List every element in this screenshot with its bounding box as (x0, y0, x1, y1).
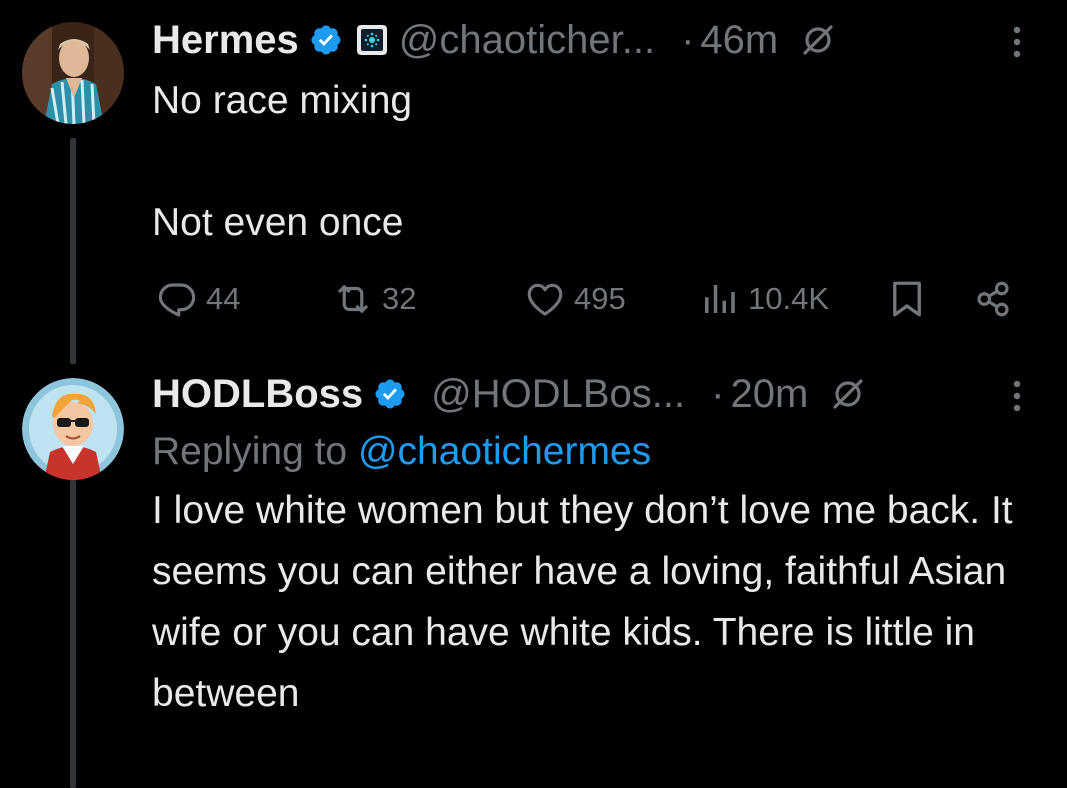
timestamp[interactable]: 46m (700, 18, 778, 63)
like-count: 495 (574, 281, 626, 316)
tweet-hodlboss[interactable]: HODLBoss @HODLBos... · 20m Replying to @… (0, 360, 1067, 788)
tweet-text: No race mixing Not even once (152, 79, 413, 244)
tweet-text: I love white women but they don’t love m… (152, 489, 1013, 715)
thread-line (70, 138, 76, 364)
share-icon (977, 281, 1009, 317)
replying-to-label: Replying to (152, 430, 358, 473)
separator-dot: · (681, 17, 695, 62)
more-options-icon[interactable] (1011, 24, 1023, 60)
separator-dot: · (711, 371, 725, 416)
more-options-icon[interactable] (1011, 378, 1023, 414)
reply-icon (158, 283, 196, 317)
retweet-icon (338, 285, 368, 313)
display-name[interactable]: HODLBoss (152, 372, 363, 417)
tweet-hermes[interactable]: Hermes @chaoticher... · 46m No race mixi… (0, 0, 1067, 364)
affiliate-badge-icon[interactable] (356, 25, 387, 55)
verified-badge-icon (311, 25, 341, 55)
avatar-hermes[interactable] (22, 22, 124, 124)
reply-count: 44 (206, 281, 241, 316)
share-button[interactable] (972, 272, 1014, 326)
analytics-icon (705, 285, 735, 313)
grok-icon[interactable] (830, 376, 866, 412)
tweet-actions: 44 32 495 10.4K (152, 272, 1022, 326)
tweet-header: HODLBoss @HODLBos... · 20m (152, 368, 1037, 420)
tweet-content: Hermes @chaoticher... · 46m No race mixi… (152, 14, 1037, 253)
retweet-button[interactable]: 32 (332, 272, 416, 326)
avatar-hodlboss[interactable] (22, 378, 124, 480)
bookmark-icon (893, 281, 921, 317)
views-button[interactable]: 10.4K (698, 272, 829, 326)
handle[interactable]: @HODLBos... (431, 372, 685, 417)
tweet-content: HODLBoss @HODLBos... · 20m Replying to @… (152, 368, 1037, 724)
heart-icon (527, 283, 563, 316)
thread-line (70, 480, 76, 788)
grok-icon[interactable] (800, 22, 836, 58)
display-name[interactable]: Hermes (152, 18, 299, 63)
replying-to: Replying to @chaotichermes (152, 424, 1037, 480)
bookmark-button[interactable] (886, 272, 928, 326)
tweet-header: Hermes @chaoticher... · 46m (152, 14, 1037, 66)
retweet-count: 32 (382, 281, 417, 316)
reply-mention-link[interactable]: @chaotichermes (358, 430, 651, 473)
reply-button[interactable]: 44 (156, 272, 240, 326)
handle[interactable]: @chaoticher... (399, 18, 655, 63)
like-button[interactable]: 495 (524, 272, 626, 326)
verified-badge-icon (375, 379, 405, 409)
timestamp[interactable]: 20m (730, 372, 808, 417)
view-count: 10.4K (748, 281, 830, 316)
